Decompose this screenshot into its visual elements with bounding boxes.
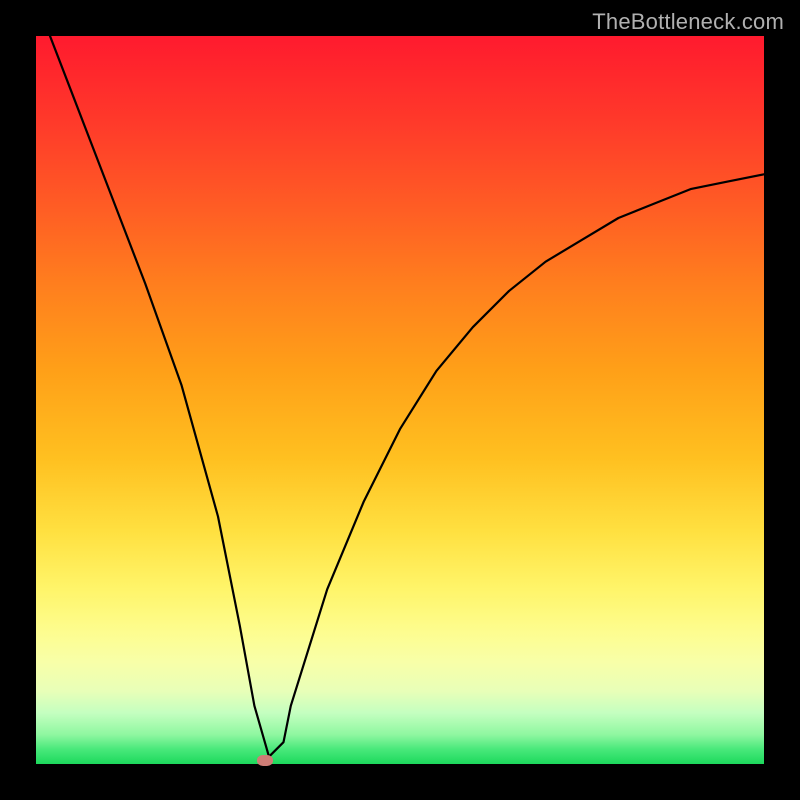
chart-frame: TheBottleneck.com [0,0,800,800]
plot-area [36,36,764,764]
watermark-text: TheBottleneck.com [592,9,784,35]
optimum-marker [257,755,273,766]
bottleneck-curve [36,36,764,764]
